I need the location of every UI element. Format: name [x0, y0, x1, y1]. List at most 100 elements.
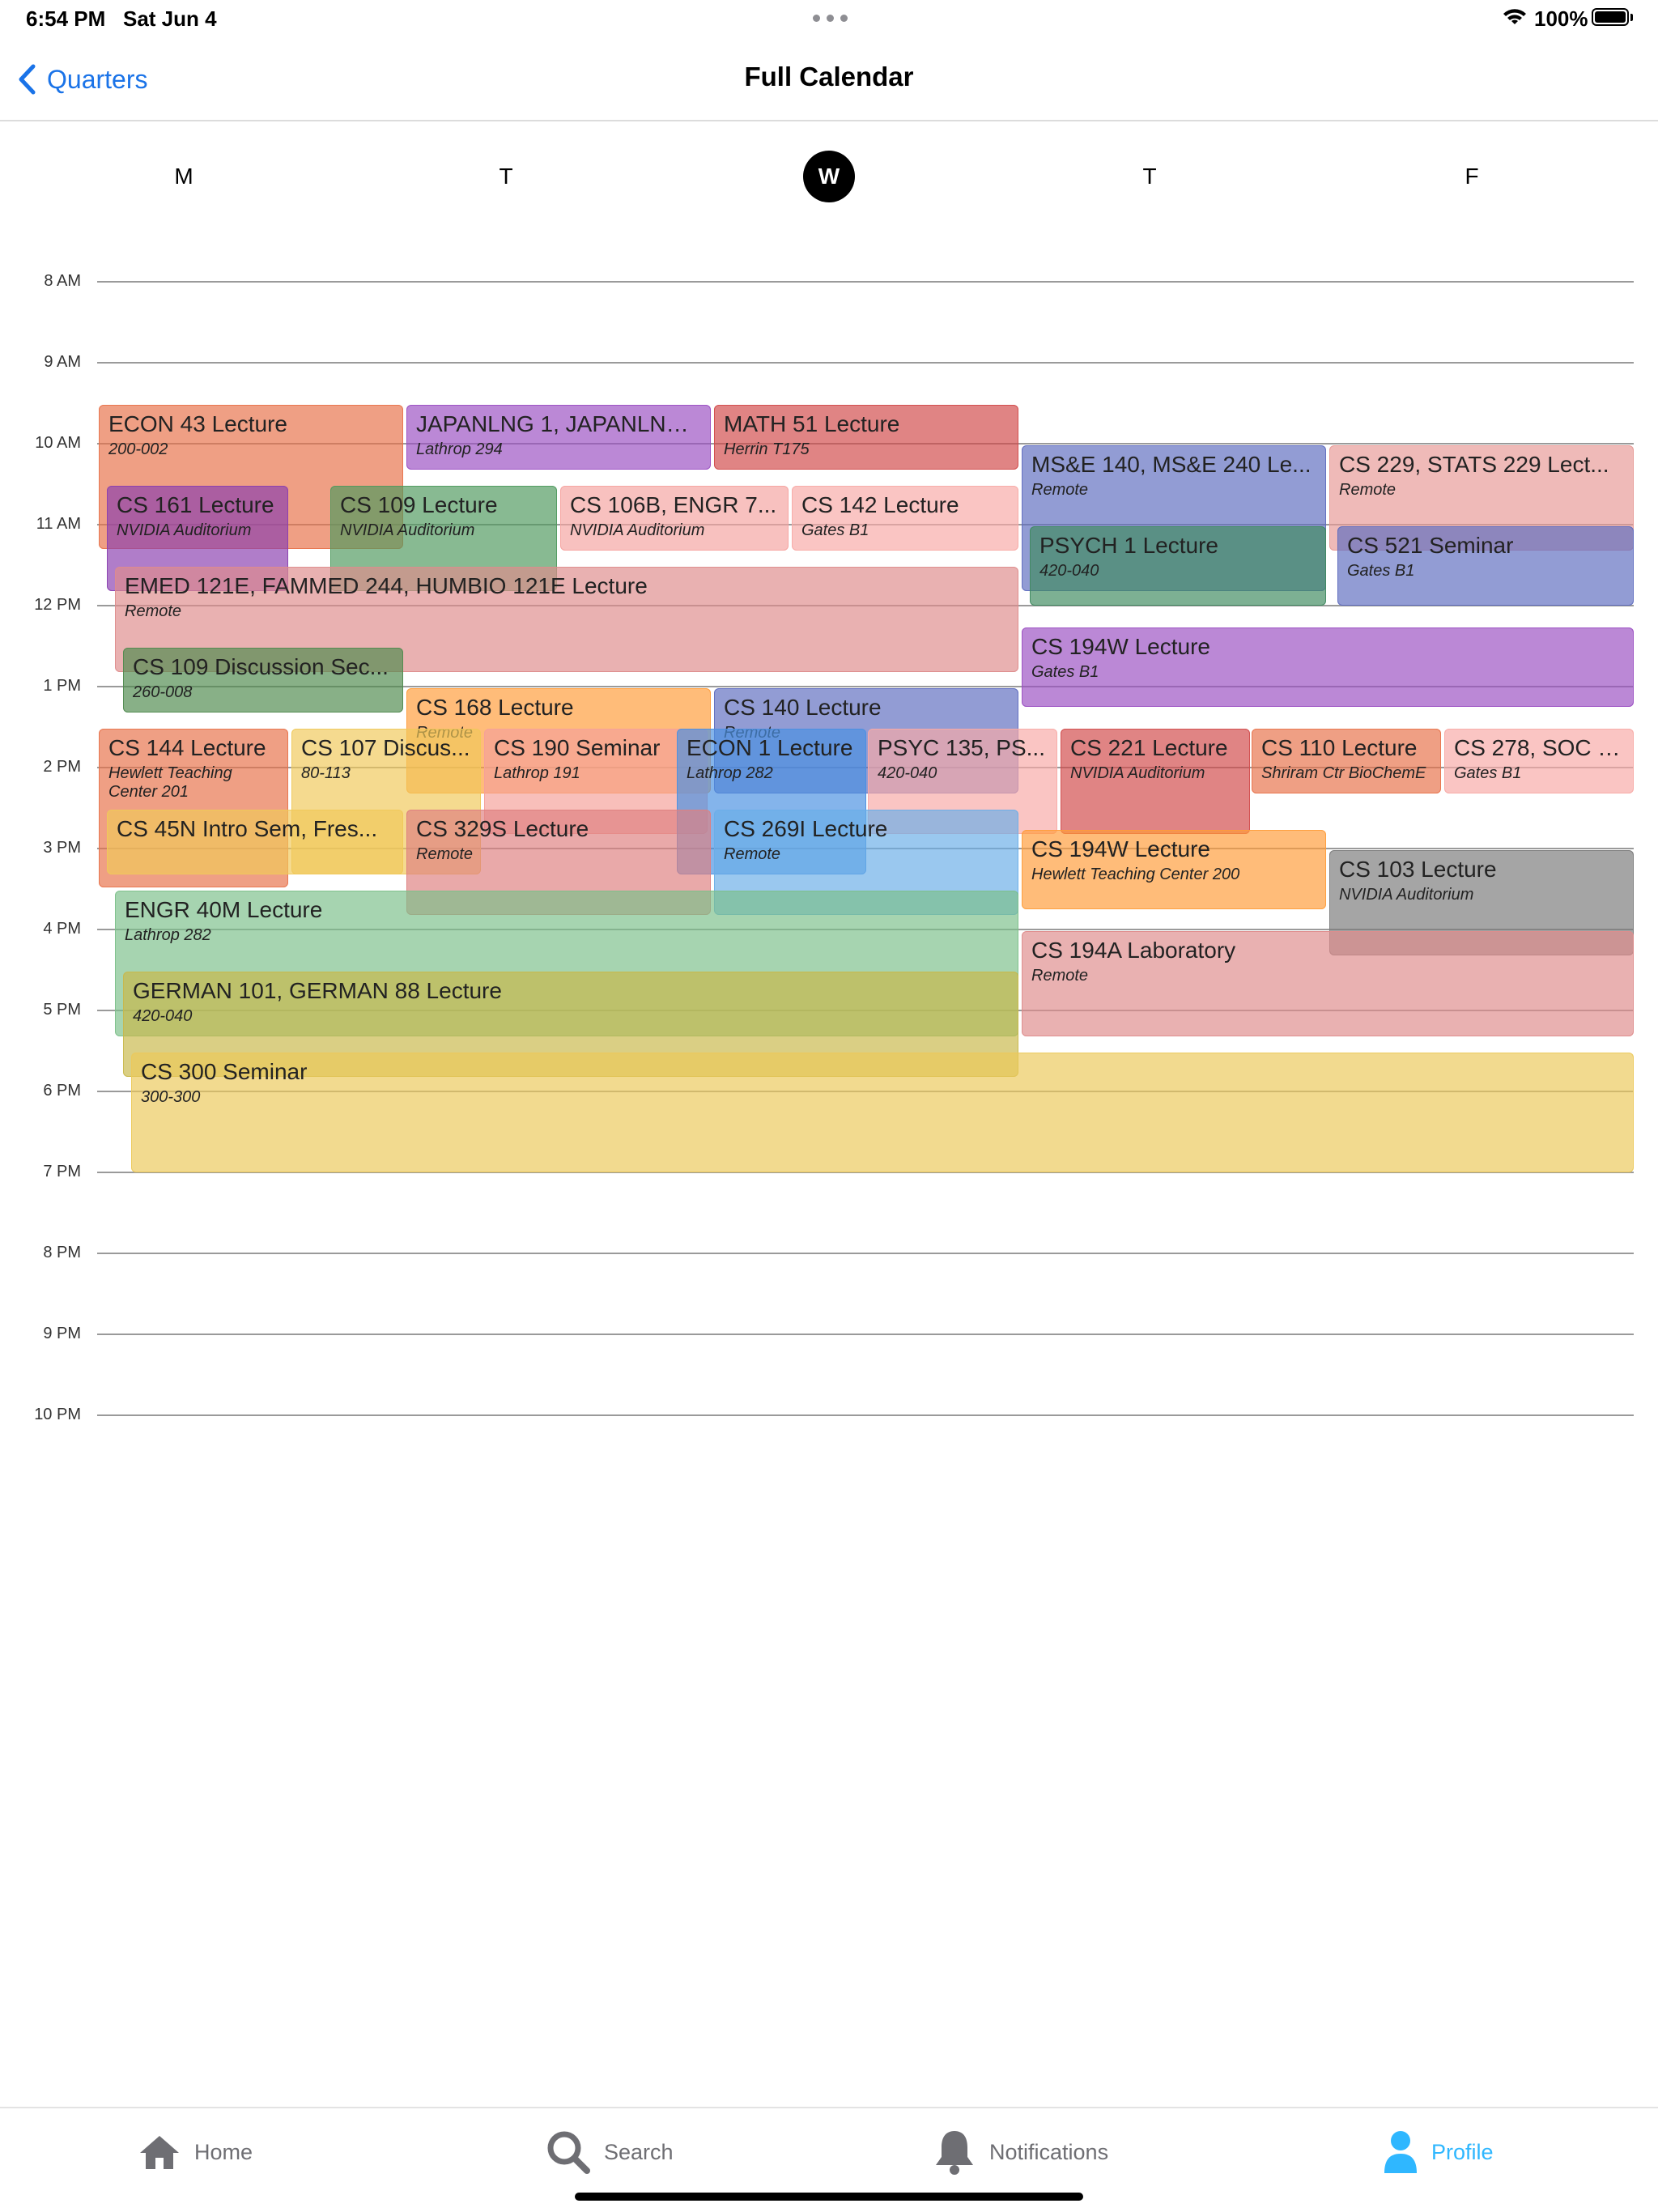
hour-label: 10 PM — [34, 1406, 81, 1423]
event-location: Hewlett Teaching Center 200 — [1031, 866, 1240, 883]
hour-label: 8 AM — [44, 272, 81, 290]
hour-label: 4 PM — [43, 920, 81, 938]
event-location: 420-040 — [878, 764, 937, 782]
tab-profile[interactable]: Profile — [1383, 2128, 1494, 2176]
event-location: 260-008 — [133, 683, 193, 701]
nav-divider — [0, 120, 1658, 121]
event-location: NVIDIA Auditorium — [1339, 886, 1474, 904]
day-friday[interactable]: F — [1446, 151, 1498, 202]
event-location: Gates B1 — [1347, 562, 1415, 580]
hour-label: 1 PM — [43, 677, 81, 695]
event-block[interactable]: CS 300 Seminar 300-300 — [131, 1053, 1634, 1172]
event-title: CS 144 Lecture — [108, 735, 266, 760]
event-title: PSYCH 1 Lecture — [1039, 533, 1218, 558]
hour-label: 9 AM — [44, 353, 81, 371]
event-title: CS 194A Laboratory — [1031, 938, 1236, 963]
event-location: Shriram Ctr BioChemE — [1261, 764, 1426, 782]
status-time: 6:54 PM — [26, 6, 106, 31]
event-title: CS 278, SOC 1... — [1454, 735, 1624, 760]
event-block[interactable]: CS 278, SOC 1... Gates B1 — [1444, 729, 1634, 793]
event-block[interactable]: CS 45N Intro Sem, Fres... — [107, 810, 403, 874]
event-location: Remote — [1339, 481, 1397, 499]
event-title: CS 161 Lecture — [117, 492, 274, 517]
event-location: 420-040 — [1039, 562, 1099, 580]
event-location: NVIDIA Auditorium — [340, 521, 475, 539]
event-block[interactable]: CS 110 Lecture Shriram Ctr BioChemE — [1252, 729, 1441, 793]
hour-label: 6 PM — [43, 1082, 81, 1100]
event-location: Gates B1 — [1454, 764, 1522, 782]
event-location: Lathrop 282 — [687, 764, 773, 782]
event-title: CS 168 Lecture — [416, 695, 574, 720]
event-block[interactable]: CS 221 Lecture NVIDIA Auditorium — [1061, 729, 1250, 834]
event-title: JAPANLNG 1, JAPANLNG... — [416, 411, 701, 436]
event-location: Remote — [416, 845, 474, 863]
event-title: ECON 1 Lecture — [687, 735, 853, 760]
event-block[interactable]: CS 194W Lecture Gates B1 — [1022, 627, 1634, 707]
hour-line — [97, 1253, 1634, 1254]
event-block[interactable]: CS 142 Lecture Gates B1 — [792, 486, 1018, 551]
event-block[interactable]: CS 194A Laboratory Remote — [1022, 931, 1634, 1036]
battery-percentage: 100% — [1534, 6, 1588, 31]
event-location: Remote — [1031, 967, 1089, 985]
tab-notifications-label: Notifications — [989, 2139, 1109, 2164]
tab-notifications[interactable]: Notifications — [933, 2128, 1108, 2176]
hour-label: 12 PM — [34, 596, 81, 614]
multitasking-dots-icon[interactable] — [810, 11, 851, 26]
event-title: CS 45N Intro Sem, Fres... — [117, 816, 378, 841]
event-title: CS 521 Seminar — [1347, 533, 1514, 558]
event-title: CS 194W Lecture — [1031, 634, 1210, 659]
day-thursday[interactable]: T — [1124, 151, 1175, 202]
hour-label: 5 PM — [43, 1001, 81, 1019]
wifi-icon — [1503, 8, 1527, 30]
event-location: NVIDIA Auditorium — [1070, 764, 1205, 782]
event-title: CS 269I Lecture — [724, 816, 888, 841]
event-title: CS 103 Lecture — [1339, 857, 1497, 882]
event-location: 80-113 — [301, 764, 351, 782]
day-wednesday-selected[interactable]: W — [803, 151, 855, 202]
event-title: CS 142 Lecture — [801, 492, 959, 517]
event-title: CS 106B, ENGR 7... — [570, 492, 777, 517]
event-location: 200-002 — [108, 440, 168, 458]
event-block[interactable]: PSYCH 1 Lecture 420-040 — [1030, 526, 1326, 606]
event-block[interactable]: CS 194W Lecture Hewlett Teaching Center 2… — [1022, 830, 1326, 909]
hour-line — [97, 362, 1634, 364]
event-block[interactable]: CS 106B, ENGR 7... NVIDIA Auditorium — [560, 486, 789, 551]
tab-search[interactable]: Search — [546, 2128, 674, 2176]
hour-label: 10 AM — [35, 434, 81, 452]
hour-label: 7 PM — [43, 1163, 81, 1180]
event-title: GERMAN 101, GERMAN 88 Lecture — [133, 978, 502, 1003]
day-monday[interactable]: M — [158, 151, 210, 202]
event-title: CS 300 Seminar — [141, 1059, 308, 1084]
event-location: Remote — [125, 602, 182, 620]
event-location: Gates B1 — [1031, 663, 1099, 681]
event-title: CS 329S Lecture — [416, 816, 589, 841]
home-icon — [140, 2136, 179, 2169]
event-title: CS 110 Lecture — [1261, 735, 1418, 760]
event-block[interactable]: CS 109 Discussion Sec... 260-008 — [123, 648, 403, 713]
event-block[interactable]: MATH 51 Lecture Herrin T175 — [714, 405, 1018, 470]
event-location: Remote — [1031, 481, 1089, 499]
battery-icon — [1592, 8, 1629, 26]
event-title: MS&E 140, MS&E 240 Le... — [1031, 452, 1312, 477]
person-icon — [1384, 2131, 1417, 2173]
event-title: CS 229, STATS 229 Lect... — [1339, 452, 1609, 477]
home-indicator — [575, 2193, 1083, 2201]
event-location: 300-300 — [141, 1088, 201, 1106]
event-block[interactable]: CS 521 Seminar Gates B1 — [1337, 526, 1634, 606]
event-location: Remote — [724, 845, 781, 863]
event-title: CS 109 Lecture — [340, 492, 498, 517]
hour-line — [97, 281, 1634, 283]
day-tuesday[interactable]: T — [480, 151, 532, 202]
event-location: Lathrop 282 — [125, 926, 211, 944]
search-icon — [547, 2131, 590, 2174]
page-title: Full Calendar — [744, 62, 914, 91]
event-location: NVIDIA Auditorium — [570, 521, 705, 539]
bell-icon — [936, 2131, 973, 2175]
event-location: NVIDIA Auditorium — [117, 521, 252, 539]
event-location: Herrin T175 — [724, 440, 810, 458]
event-block[interactable]: JAPANLNG 1, JAPANLNG... Lathrop 294 — [406, 405, 711, 470]
hour-label: 2 PM — [43, 758, 81, 776]
tab-home[interactable]: Home — [138, 2128, 253, 2176]
event-location: Gates B1 — [801, 521, 869, 539]
hour-label: 3 PM — [43, 839, 81, 857]
